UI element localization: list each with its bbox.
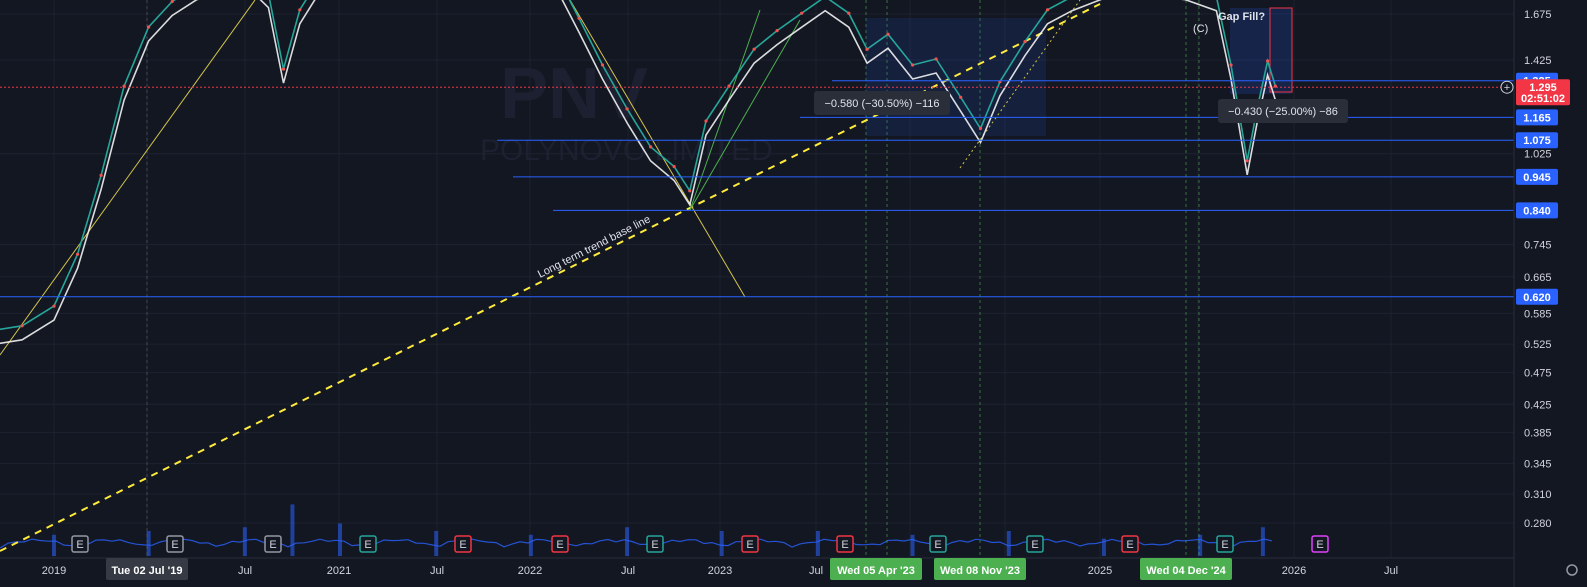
price-point [52,304,56,308]
earnings-marker-label: E [1031,539,1038,551]
volume-bar [290,504,295,556]
volume-bar [815,531,820,556]
x-tick-label: 2019 [42,565,66,577]
price-point [1229,63,1233,67]
x-tick-label: Jul [430,565,444,577]
earnings-marker-label: E [1126,539,1133,551]
x-tick-label: Jul [809,565,823,577]
volume-bar [434,531,439,556]
volume-bar [1260,527,1265,556]
date-marker-label: Wed 04 Dec '24 [1146,565,1226,577]
earnings-marker-label: E [76,539,83,551]
price-point [934,57,938,61]
price-point [298,8,302,12]
x-tick-label: 2026 [1282,565,1306,577]
price-point [978,126,983,131]
price-point [865,47,869,51]
price-point [577,16,581,20]
price-point [281,67,286,71]
volume-bar [528,534,533,556]
x-tick-label: 2022 [518,565,542,577]
chart-background [0,0,1587,587]
price-point [170,0,174,4]
x-tick-label: Jul [621,565,635,577]
date-marker-label: Wed 05 Apr '23 [837,565,915,577]
wave-label: (C) [1193,23,1208,35]
price-level-value: 1.075 [1523,135,1551,147]
y-tick-label: 0.345 [1524,459,1552,471]
price-point [704,119,708,123]
earnings-marker-label: E [934,539,941,551]
gap-label: Gap Fill? [1218,11,1265,23]
price-point [959,95,963,99]
date-marker-label: Tue 02 Jul '19 [112,565,183,577]
x-tick-label: 2023 [708,565,732,577]
earnings-marker-label: E [171,539,178,551]
volume-bar [338,523,343,556]
x-tick-label: 2025 [1088,565,1112,577]
price-point [911,63,915,67]
x-tick-label: 2021 [327,565,351,577]
earnings-marker-label: E [1221,539,1228,551]
y-tick-label: 0.745 [1524,240,1552,252]
y-tick-label: 0.585 [1524,308,1552,320]
price-point [800,11,804,15]
y-tick-label: 0.385 [1524,427,1552,439]
price-point [1266,59,1270,63]
earnings-marker-label: E [651,539,658,551]
y-tick-label: 0.425 [1524,399,1552,411]
price-point [1045,8,1050,12]
y-tick-label: 1.025 [1524,149,1552,161]
price-point [99,173,103,177]
price-point [672,164,676,169]
price-level-value: 0.620 [1523,292,1551,304]
y-tick-label: 0.310 [1524,489,1552,501]
volume-bar [719,531,724,556]
earnings-marker-label: E [746,539,753,551]
price-point [688,189,692,193]
price-level-value: 1.165 [1523,112,1551,124]
price-point [600,63,605,67]
price-level-value: 0.840 [1523,205,1551,217]
price-point [1245,159,1249,163]
add-alert-plus: + [1504,82,1510,94]
price-point [775,29,779,33]
price-point [649,145,653,149]
price-point [625,107,629,111]
price-point [20,324,24,328]
volume-bar [625,527,630,556]
volume-bar [910,534,915,556]
y-tick-label: 0.665 [1524,272,1552,284]
measure-label-1: −0.580 (−30.50%) −116 [824,98,939,110]
earnings-marker-label: E [459,539,466,551]
date-marker-label: Wed 08 Nov '23 [940,565,1020,577]
price-point [886,32,890,36]
earnings-marker-label: E [364,539,371,551]
volume-bar [52,534,56,556]
y-tick-label: 1.675 [1524,9,1552,21]
price-chart[interactable]: PNV POLYNOVO LIMITED 1.3251.1651.0750.94… [0,0,1587,587]
y-tick-label: 0.525 [1524,339,1552,351]
price-point [147,25,151,29]
volume-bar [1006,531,1011,556]
watermark-name: POLYNOVO LIMITED [480,134,773,167]
earnings-marker-label: E [269,539,276,551]
measure-box [866,18,1046,136]
x-tick-label: Jul [1384,565,1398,577]
current-price-countdown: 02:51:02 [1521,93,1565,105]
earnings-marker-label: E [556,539,563,551]
y-tick-label: 1.425 [1524,55,1552,67]
price-point [75,252,80,256]
price-point [1023,40,1027,44]
y-tick-label: 0.280 [1524,518,1552,530]
price-point [847,11,851,15]
y-tick-label: 0.475 [1524,368,1552,380]
price-level-value: 0.945 [1523,172,1551,184]
x-tick-label: Jul [238,565,252,577]
earnings-marker-label: E [1316,539,1323,551]
price-point [752,47,756,51]
earnings-marker-label: E [841,539,848,551]
measure-label-2: −0.430 (−25.00%) −86 [1228,106,1338,118]
